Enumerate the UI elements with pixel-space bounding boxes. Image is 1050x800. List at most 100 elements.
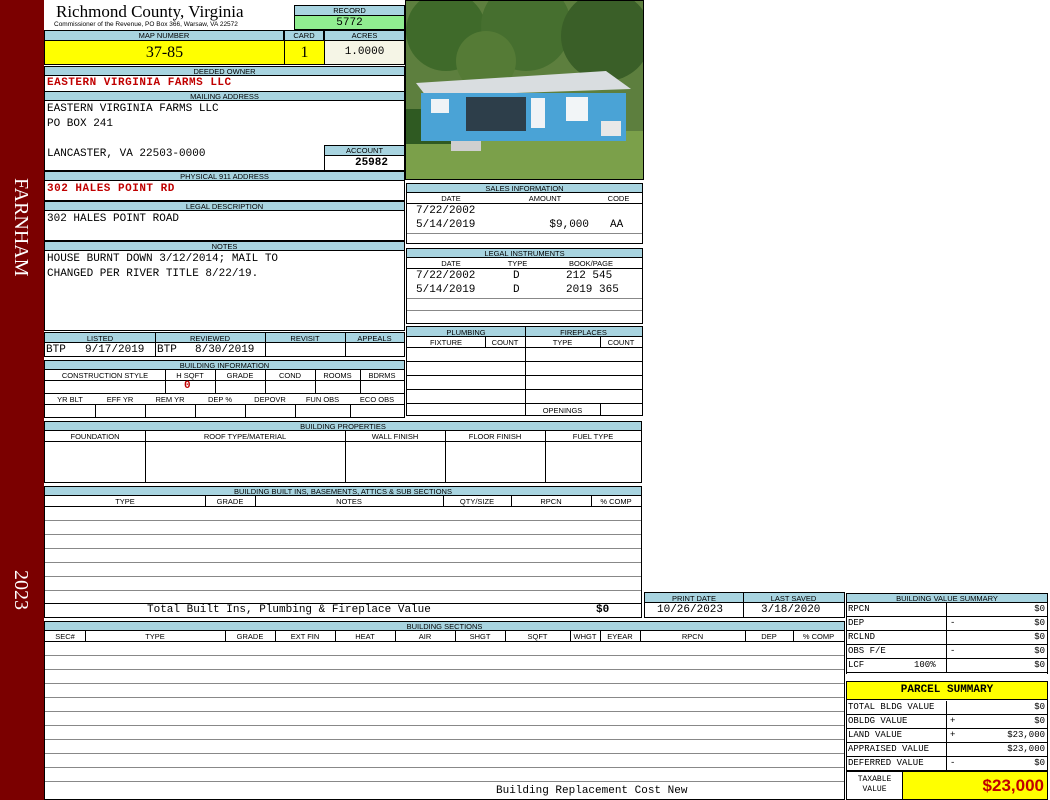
sections-sqft-col: SQFT: [527, 632, 548, 641]
instruments-row-2-book: 2019 365: [566, 284, 619, 296]
instruments-row-1-type: D: [513, 270, 520, 282]
last-saved-header: LAST SAVED: [770, 594, 817, 603]
account-box: 25982: [324, 155, 405, 171]
bvs-dep-value: $0: [1034, 618, 1045, 628]
builtins-total-label: Total Built Ins, Plumbing & Fireplace Va…: [147, 604, 431, 616]
physical-address-box: 302 HALES POINT RD: [44, 180, 405, 201]
sections-dep-col: DEP: [761, 632, 777, 641]
plumbing-count-col: COUNT: [491, 338, 519, 347]
yrblt-header: YR BLT: [57, 395, 83, 404]
bvs-lcf-label: LCF: [848, 660, 865, 670]
account-value: 25982: [354, 157, 388, 169]
fuel-type-col: FUEL TYPE: [572, 432, 614, 441]
openings-label: OPENINGS: [542, 406, 583, 415]
instruments-col-date: DATE: [441, 259, 461, 268]
effyr-header: EFF YR: [106, 395, 134, 404]
sales-col-amount: AMOUNT: [528, 194, 562, 203]
fireplace-count-col: COUNT: [607, 338, 635, 347]
bvs-dep-label: DEP: [848, 618, 865, 628]
sales-row-2-code: AA: [610, 219, 624, 231]
bvs-obs-sign: -: [950, 646, 956, 656]
bvs-lcf-value: $0: [1034, 660, 1045, 670]
floor-finish-col: FLOOR FINISH: [468, 432, 522, 441]
legal-description-value: 302 HALES POINT ROAD: [47, 213, 180, 225]
bvs-rclnd-value: $0: [1034, 632, 1045, 642]
parcel-appraised-value: $23,000: [1007, 744, 1045, 754]
print-date-box: PRINT DATE LAST SAVED 10/26/2023 3/18/20…: [644, 592, 845, 618]
bvs-obs-label: OBS F/E: [848, 646, 886, 656]
print-date-header: PRINT DATE: [672, 594, 716, 603]
funobs-header: FUN OBS: [305, 395, 340, 404]
hsqft-header: H SQFT: [176, 371, 204, 380]
parcel-obldg-sign: +: [950, 716, 956, 726]
reviewed-date: 8/30/2019: [195, 344, 255, 356]
bvs-rclnd-label: RCLND: [848, 632, 876, 642]
bvs-dep-sign: -: [950, 618, 956, 628]
acres-value: 1.0000: [344, 46, 385, 58]
parcel-row-land: LAND VALUE + $23,000: [846, 729, 1048, 743]
reviewed-header: REVIEWED: [189, 334, 230, 343]
taxable-value: $23,000: [982, 776, 1044, 795]
instruments-col-book: BOOK/PAGE: [568, 259, 614, 268]
bdrms-header: BDRMS: [368, 371, 396, 380]
foundation-col: FOUNDATION: [70, 432, 120, 441]
sections-shgt-col: SHGT: [469, 632, 491, 641]
year-label: 2023: [10, 570, 32, 610]
map-number-box: 37-85: [44, 40, 285, 65]
revisit-header: REVISIT: [290, 334, 320, 343]
fixture-col: FIXTURE: [429, 338, 463, 347]
sections-whgt-col: WHGT: [573, 632, 597, 641]
bvs-row-rclnd: RCLND $0: [846, 631, 1048, 645]
builtins-qty-col: QTY/SIZE: [459, 497, 495, 506]
instruments-row-1-book: 212 545: [566, 270, 613, 282]
instruments-row-1-date: 7/22/2002: [416, 270, 476, 282]
taxable-value-label: TAXABLE VALUE: [846, 771, 903, 800]
sidebar: FARNHAM 2023: [0, 0, 44, 800]
last-saved-value: 3/18/2020: [761, 604, 821, 616]
bvs-row-dep: DEP - $0: [846, 617, 1048, 631]
sections-grade-col: GRADE: [236, 632, 264, 641]
parcel-deferred-value: $0: [1034, 758, 1045, 768]
sections-extfin-col: EXT FIN: [290, 632, 320, 641]
sections-sec-col: SEC#: [55, 632, 75, 641]
sections-eyear-col: EYEAR: [607, 632, 633, 641]
listed-header: LISTED: [86, 334, 114, 343]
builtins-rpcn-col: RPCN: [540, 497, 562, 506]
remyr-header: REM YR: [155, 395, 185, 404]
bvs-row-lcf: LCF 100% $0: [846, 659, 1048, 673]
parcel-deferred-sign: -: [950, 758, 956, 768]
parcel-row-appraised: APPRAISED VALUE $23,000: [846, 743, 1048, 757]
plumbing-fireplaces-box: PLUMBING FIREPLACES FIXTURE COUNT TYPE C…: [406, 326, 643, 416]
fireplaces-header: FIREPLACES: [560, 328, 607, 337]
mailing-line-3: LANCASTER, VA 22503-0000: [47, 148, 206, 160]
appeals-header: APPEALS: [357, 334, 392, 343]
parcel-land-label: LAND VALUE: [848, 730, 903, 740]
sections-comp-col: % COMP: [802, 632, 835, 641]
sections-heat-col: HEAT: [355, 632, 375, 641]
bvs-rpcn-label: RPCN: [848, 604, 870, 614]
sales-col-date: DATE: [441, 194, 461, 203]
taxable-value-box: $23,000: [902, 771, 1048, 800]
sales-row-2-amount: $9,000: [549, 219, 589, 231]
notes-box: HOUSE BURNT DOWN 3/12/2014; MAIL TO CHAN…: [44, 250, 405, 331]
hsqft-value: 0: [184, 380, 191, 392]
map-number-value: 37-85: [145, 44, 184, 61]
bvs-obs-value: $0: [1034, 646, 1045, 656]
review-box: LISTED REVIEWED REVISIT APPEALS BTP 9/17…: [44, 332, 405, 357]
grade-header: GRADE: [226, 371, 254, 380]
sections-type-col: TYPE: [145, 632, 165, 641]
card-value: 1: [300, 44, 309, 61]
bvs-lcf-pct: 100%: [914, 660, 936, 670]
parcel-row-deferred: DEFERRED VALUE - $0: [846, 757, 1048, 771]
cond-header: COND: [278, 371, 302, 380]
construction-style-header: CONSTRUCTION STYLE: [61, 371, 149, 380]
builtins-notes-col: NOTES: [336, 497, 362, 506]
parcel-deferred-label: DEFERRED VALUE: [848, 758, 924, 768]
builtins-total-value: $0: [596, 604, 610, 616]
parcel-summary-title: PARCEL SUMMARY: [846, 681, 1048, 700]
sales-table: DATE AMOUNT CODE 7/22/2002 5/14/2019 $9,…: [406, 192, 643, 244]
listed-date: 9/17/2019: [85, 344, 145, 356]
record-value: 5772: [336, 17, 363, 29]
bvs-row-rpcn: RPCN $0: [846, 603, 1048, 617]
notes-line-2: CHANGED PER RIVER TITLE 8/22/19.: [47, 268, 259, 280]
